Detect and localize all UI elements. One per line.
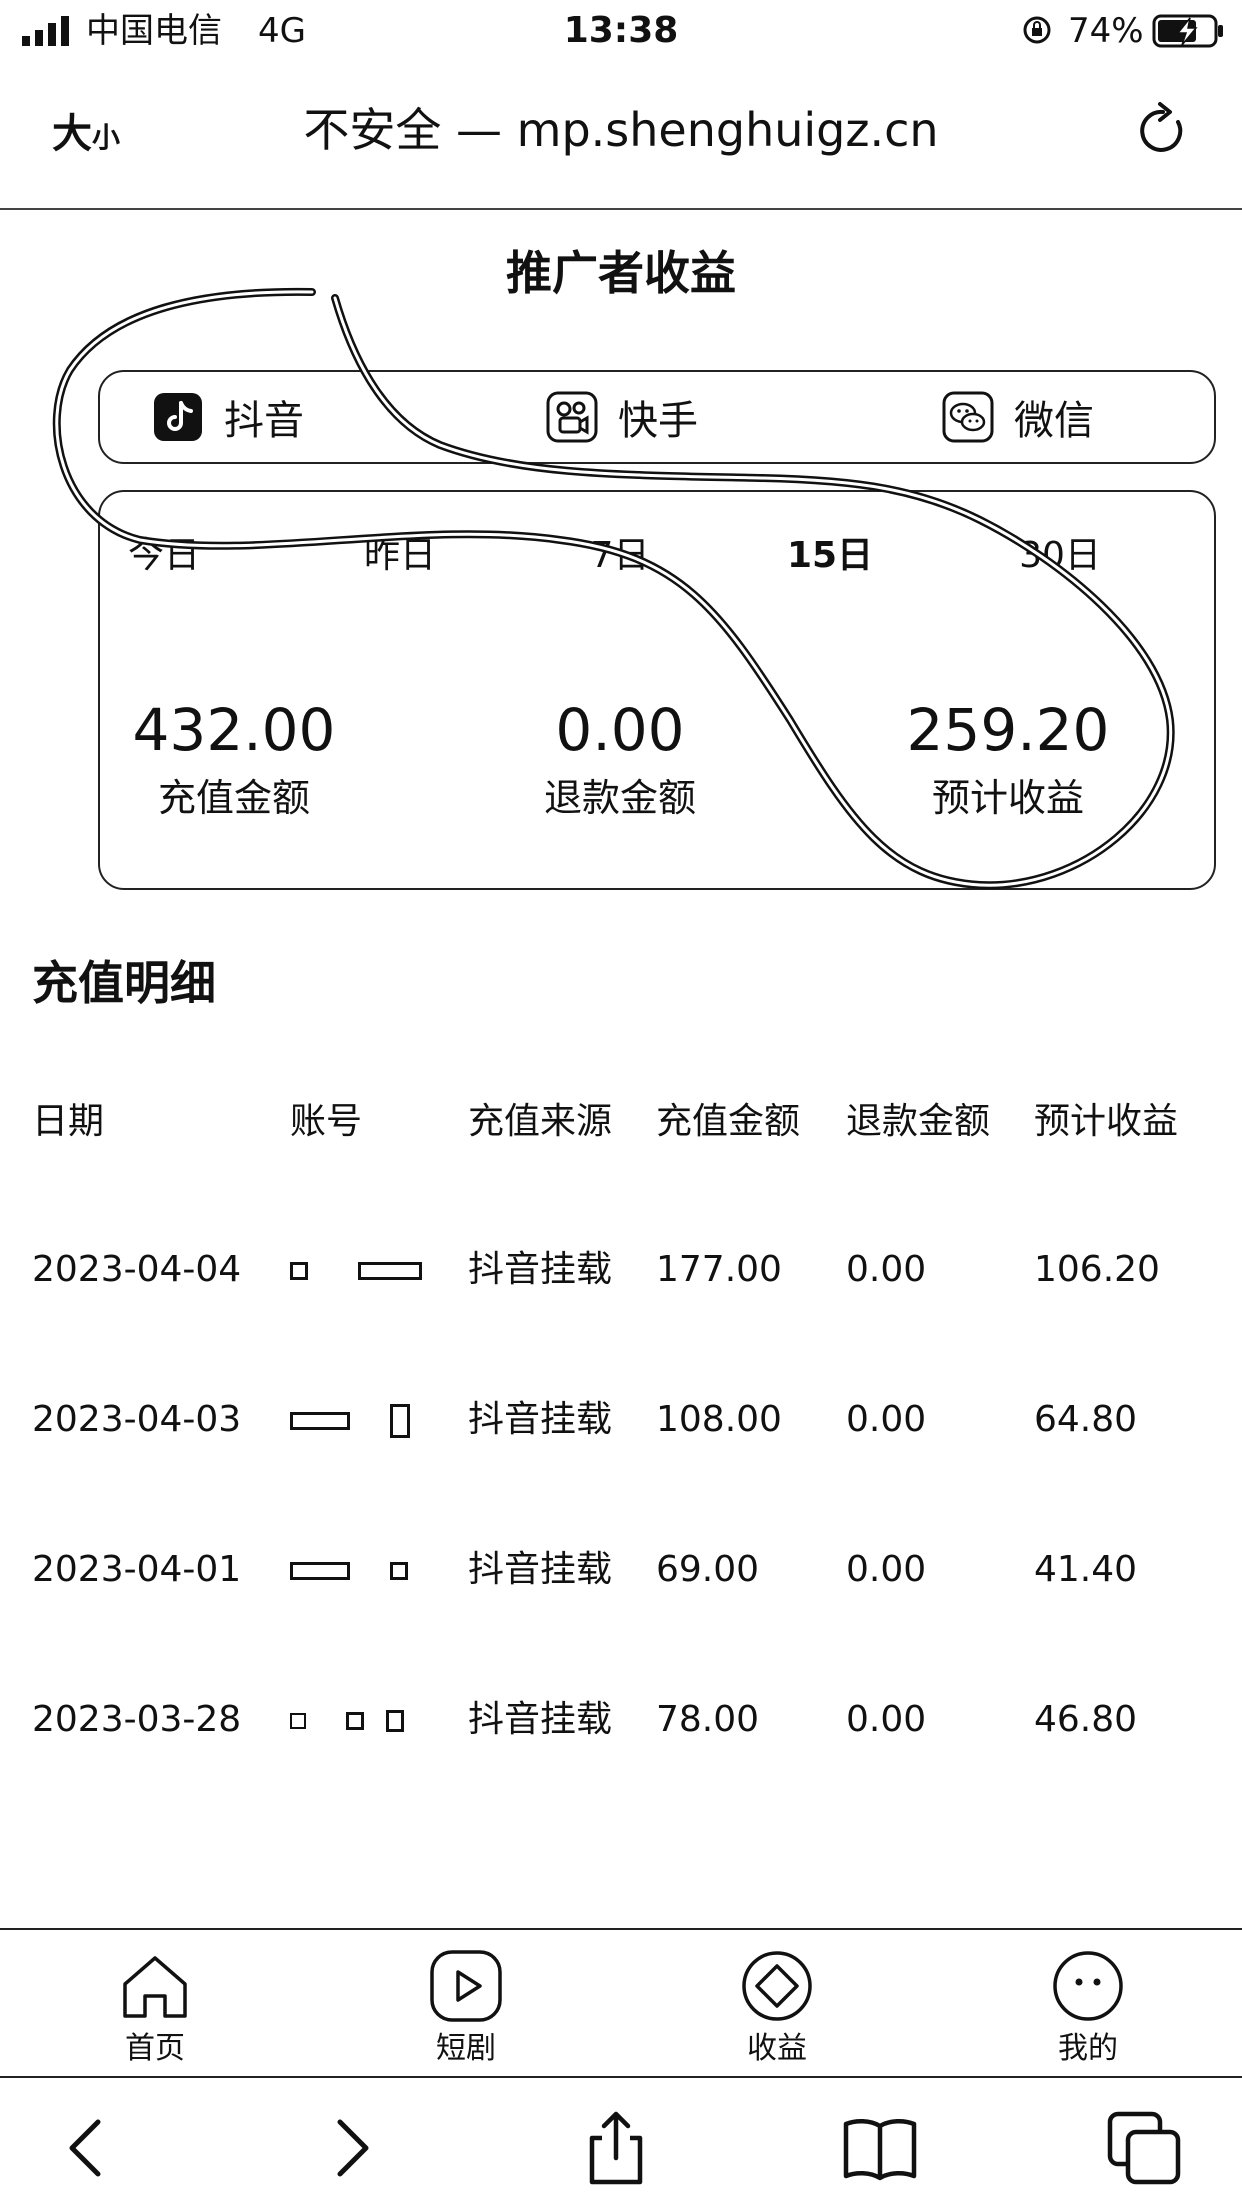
stat-recharge-value: 432.00 — [132, 696, 336, 764]
row-source: 抖音挂载 — [468, 1399, 613, 1440]
browser-address-bar: 大小 不安全 — mp.shenghuigz.cn — [0, 64, 1242, 210]
range-tab-today[interactable]: 今日 — [74, 528, 254, 584]
platform-tabs: 抖音 快手 微信 — [98, 370, 1216, 464]
tiktok-icon — [154, 393, 202, 441]
wechat-icon — [942, 391, 994, 443]
back-icon[interactable] — [48, 2108, 128, 2188]
bookmarks-icon[interactable] — [840, 2108, 920, 2188]
stat-income-label: 预计收益 — [931, 776, 1084, 820]
forward-icon[interactable] — [310, 2108, 390, 2188]
header-income: 预计收益 — [1034, 1101, 1179, 1142]
tab-kuaishou[interactable]: 快手 — [546, 372, 698, 462]
row-amount: 108.00 — [656, 1399, 782, 1440]
table-row: 2023-04-01 抖音挂载 69.00 0.00 41.40 — [0, 1540, 1242, 1600]
page-title: 推广者收益 — [506, 246, 736, 300]
row-refund: 0.00 — [846, 1699, 927, 1740]
range-tab-7days[interactable]: 7日 — [530, 528, 710, 584]
app-tab-bar: 首页 短剧 收益 我的 — [0, 1928, 1242, 2078]
app-tab-home[interactable]: 首页 — [75, 1948, 235, 2070]
orientation-lock-icon — [1023, 16, 1051, 44]
clock: 13:38 — [563, 10, 679, 51]
earnings-icon — [742, 1951, 812, 2021]
redacted-account — [290, 1240, 422, 1300]
table-row: 2023-03-28 抖音挂载 78.00 0.00 46.80 — [0, 1690, 1242, 1750]
redacted-account — [290, 1540, 408, 1600]
table-row: 2023-04-04 抖音挂载 177.00 0.00 106.20 — [0, 1240, 1242, 1300]
stat-income-value: 259.20 — [906, 696, 1110, 764]
tabs-icon[interactable] — [1104, 2108, 1184, 2188]
table-row: 2023-04-03 抖音挂载 108.00 0.00 64.80 — [0, 1390, 1242, 1450]
tab-weixin-label: 微信 — [1014, 398, 1094, 444]
home-icon — [123, 1956, 187, 2018]
header-date: 日期 — [32, 1101, 105, 1142]
row-income: 106.20 — [1034, 1249, 1160, 1290]
stat-recharge: 432.00 充值金额 — [74, 690, 394, 826]
battery-percent: 74% — [1068, 11, 1144, 51]
tab-weixin[interactable]: 微信 — [942, 372, 1094, 462]
row-source: 抖音挂载 — [468, 1699, 613, 1740]
app-tab-drama-label: 短剧 — [436, 2031, 496, 2066]
redacted-account — [290, 1390, 410, 1450]
row-date: 2023-03-28 — [32, 1699, 242, 1740]
row-income: 41.40 — [1034, 1549, 1138, 1590]
row-refund: 0.00 — [846, 1549, 927, 1590]
play-icon — [430, 1950, 502, 2022]
row-date: 2023-04-04 — [32, 1249, 242, 1290]
stat-income: 259.20 预计收益 — [848, 690, 1168, 826]
row-amount: 78.00 — [656, 1699, 760, 1740]
tab-kuaishou-label: 快手 — [618, 398, 698, 444]
stat-refund-label: 退款金额 — [543, 776, 696, 820]
row-income: 64.80 — [1034, 1399, 1138, 1440]
header-source: 充值来源 — [468, 1101, 613, 1142]
battery-charging-icon — [1152, 14, 1223, 48]
range-tab-yesterday[interactable]: 昨日 — [310, 528, 490, 584]
reload-icon[interactable] — [1136, 100, 1190, 160]
header-refund: 退款金额 — [846, 1101, 991, 1142]
kuaishou-icon — [546, 391, 598, 443]
row-income: 46.80 — [1034, 1699, 1138, 1740]
tab-douyin[interactable]: 抖音 — [152, 372, 304, 462]
row-refund: 0.00 — [846, 1249, 927, 1290]
row-amount: 69.00 — [656, 1549, 760, 1590]
range-tab-30days[interactable]: 30日 — [970, 528, 1150, 584]
detail-section-title: 充值明细 — [32, 956, 216, 1010]
app-tab-earnings[interactable]: 收益 — [697, 1948, 857, 2070]
row-source: 抖音挂载 — [468, 1549, 613, 1590]
stat-refund-value: 0.00 — [555, 696, 685, 764]
profile-icon — [1053, 1951, 1123, 2021]
header-account: 账号 — [290, 1101, 363, 1142]
stat-refund: 0.00 退款金额 — [460, 690, 780, 826]
browser-toolbar — [0, 2078, 1242, 2208]
tab-douyin-label: 抖音 — [224, 398, 304, 444]
url-field[interactable]: 不安全 — mp.shenghuigz.cn — [0, 100, 1242, 160]
app-tab-mine-label: 我的 — [1058, 2031, 1118, 2066]
row-refund: 0.00 — [846, 1399, 927, 1440]
app-tab-earnings-label: 收益 — [747, 2031, 807, 2066]
redacted-account — [290, 1690, 404, 1750]
row-source: 抖音挂载 — [468, 1249, 613, 1290]
app-tab-drama[interactable]: 短剧 — [386, 1948, 546, 2070]
table-header: 日期 账号 充值来源 充值金额 退款金额 预计收益 — [0, 1092, 1242, 1152]
stat-recharge-label: 充值金额 — [157, 776, 310, 820]
app-tab-home-label: 首页 — [125, 2031, 185, 2066]
row-date: 2023-04-01 — [32, 1549, 242, 1590]
range-tab-15days[interactable]: 15日 — [740, 528, 920, 584]
app-tab-mine[interactable]: 我的 — [1008, 1948, 1168, 2070]
status-bar: 中国电信 4G 13:38 74% — [0, 0, 1242, 64]
header-amount: 充值金额 — [656, 1101, 801, 1142]
row-amount: 177.00 — [656, 1249, 782, 1290]
row-date: 2023-04-03 — [32, 1399, 242, 1440]
share-icon[interactable] — [576, 2108, 656, 2188]
